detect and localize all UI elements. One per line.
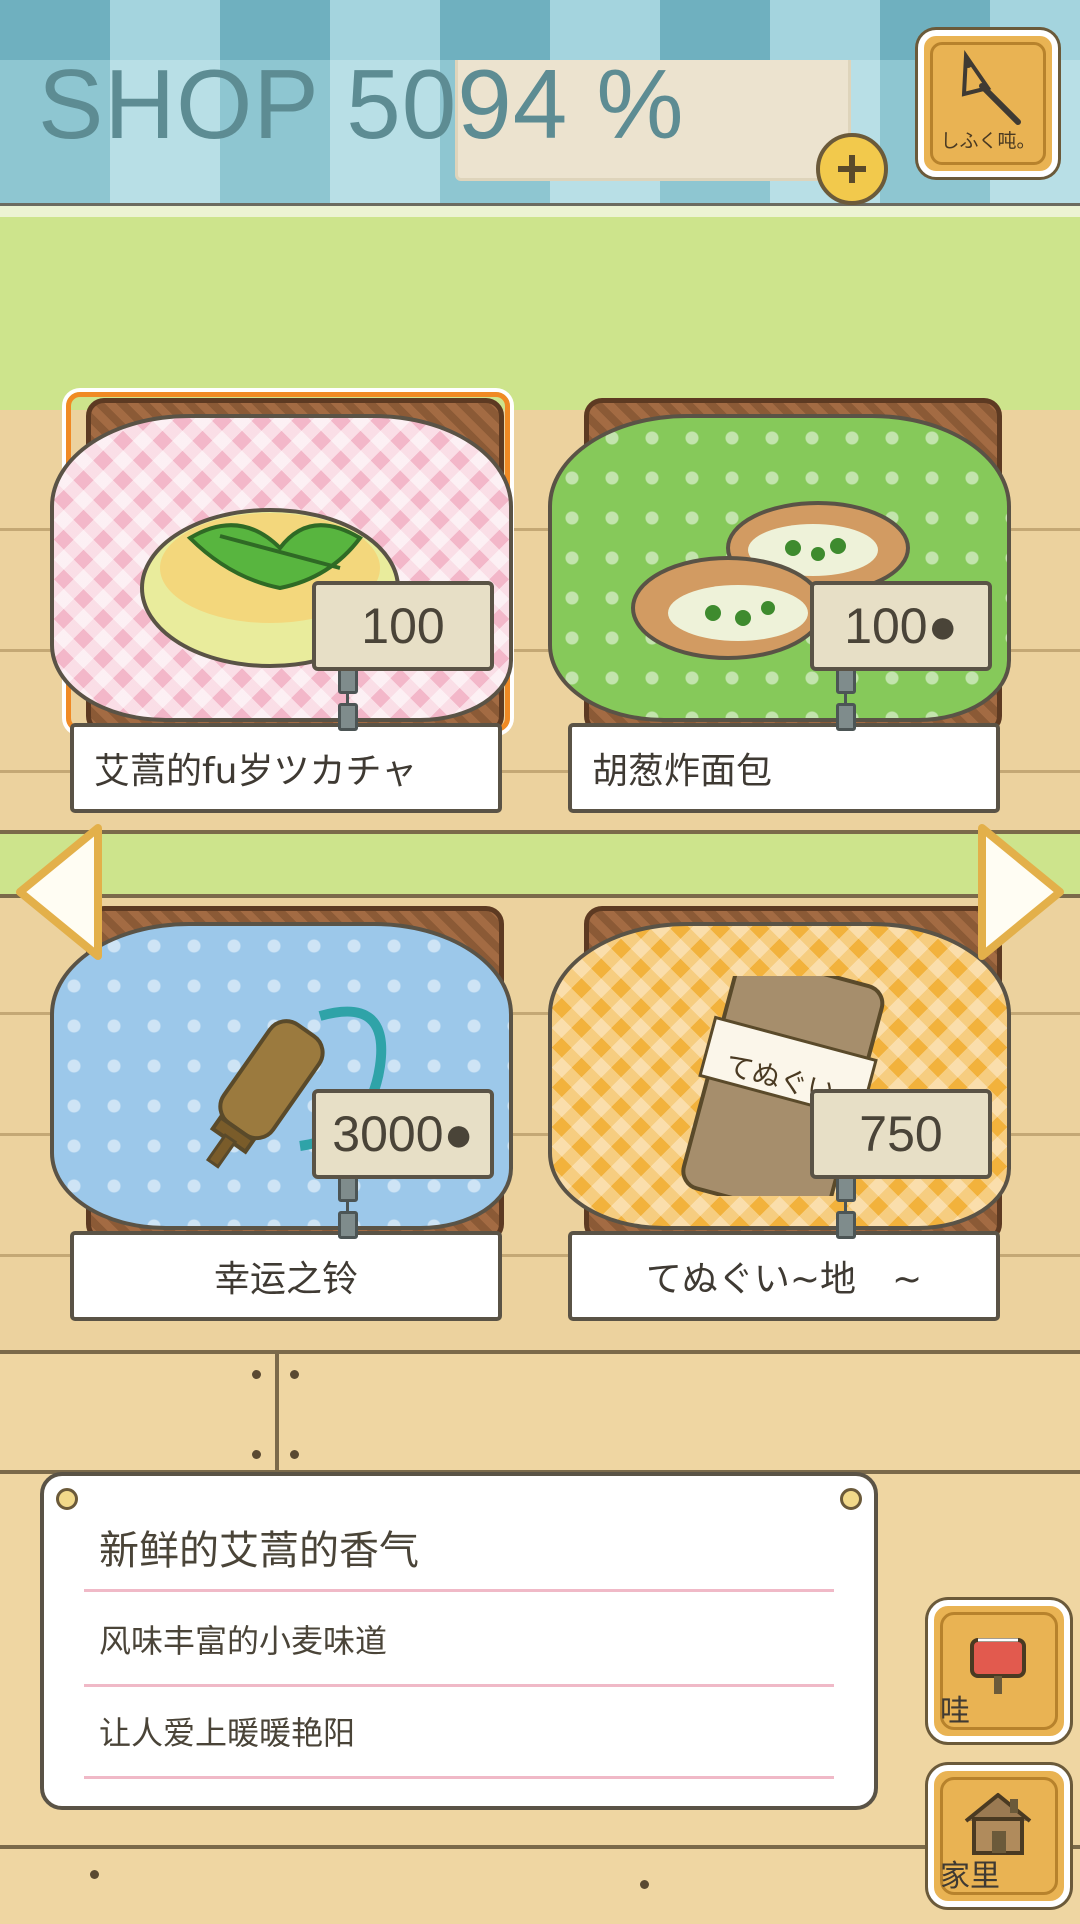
product-name: 艾蒿的fu岁ツカチャ: [70, 723, 502, 813]
mailbox-label: 哇: [940, 1694, 970, 1729]
product-name: 幸运之铃: [70, 1231, 502, 1321]
mailbox-icon: [970, 1638, 1026, 1694]
product-card-tenugui[interactable]: てぬぐい 750 てぬぐい~地 ~: [548, 906, 1011, 1336]
home-label: 家里: [940, 1859, 1000, 1894]
description-line-2: 让人爱上暖暖艳阳: [99, 1714, 356, 1752]
collect-button-label: しふく吨。: [940, 130, 1036, 152]
description-line-1: 风味丰富的小麦味道: [99, 1622, 388, 1660]
bell-net-icon: [961, 50, 1021, 125]
arrow-right-icon[interactable]: [978, 822, 1066, 962]
price-tag: 750: [810, 1089, 992, 1179]
product-card-lucky-bell[interactable]: 3000● 幸运之铃: [50, 906, 513, 1336]
back-wall: [0, 217, 1080, 417]
product-card-scallion-bread[interactable]: 100● 胡葱炸面包: [548, 398, 1011, 828]
product-card-mugwort-pancake[interactable]: 100 艾蒿的fu岁ツカチャ: [50, 392, 513, 828]
price-tag: 100●: [810, 581, 992, 671]
price-tag: 100: [312, 581, 494, 671]
collect-button[interactable]: しふく吨。: [918, 30, 1058, 177]
middle-shelf: [0, 830, 1080, 898]
shop-title: SHOP 5094 %: [38, 49, 685, 159]
home-button[interactable]: 家里: [928, 1765, 1070, 1907]
product-name: てぬぐい~地 ~: [568, 1231, 1000, 1321]
plus-coin-icon[interactable]: [816, 133, 888, 205]
description-title: 新鲜的艾蒿的香气: [99, 1528, 419, 1574]
arrow-left-icon[interactable]: [14, 822, 102, 962]
mailbox-button[interactable]: 哇: [928, 1600, 1070, 1742]
price-tag: 3000●: [312, 1089, 494, 1179]
product-name: 胡葱炸面包: [568, 723, 1000, 813]
item-description-panel: 新鲜的艾蒿的香气 风味丰富的小麦味道 让人爱上暖暖艳阳: [40, 1472, 878, 1810]
